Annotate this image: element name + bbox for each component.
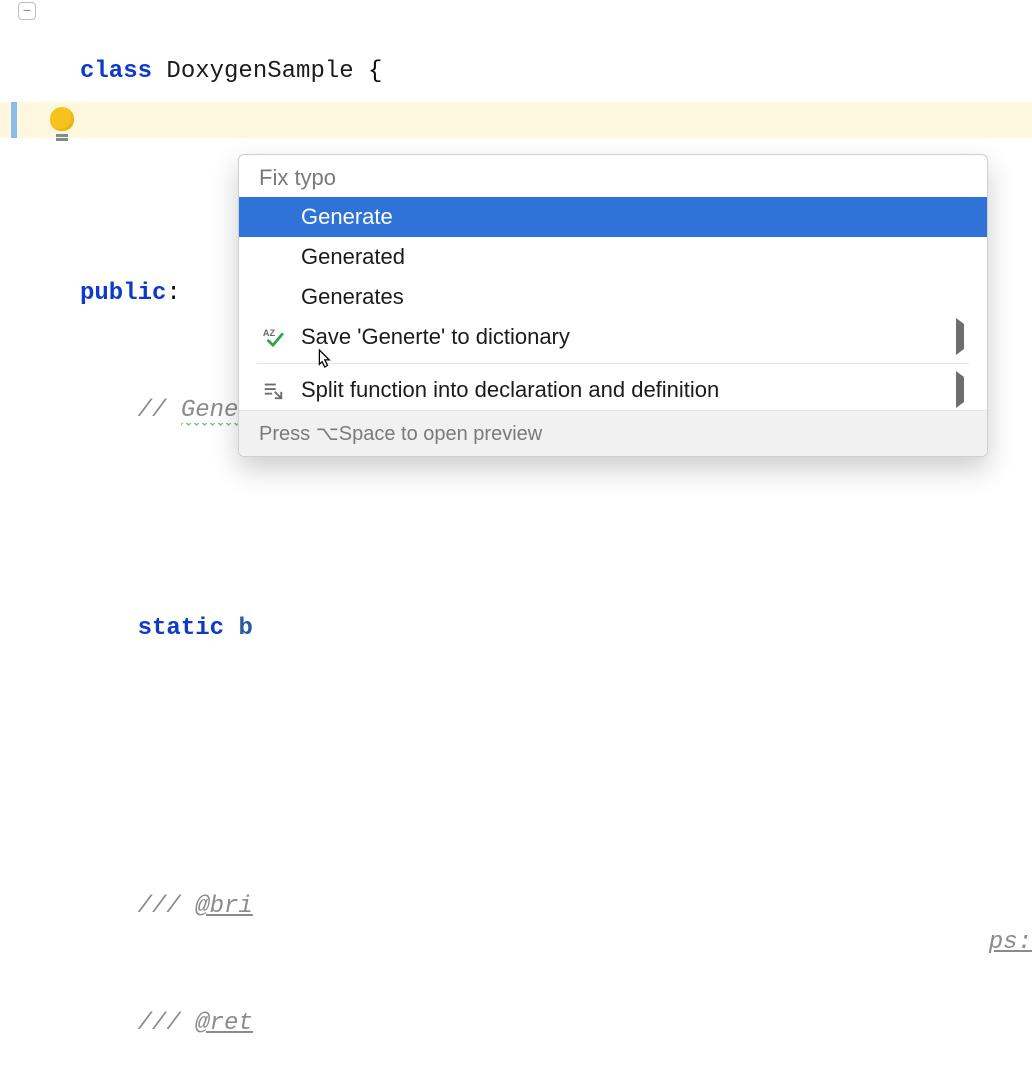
comment-prefix: // (138, 397, 181, 424)
intention-bulb-icon[interactable] (50, 107, 74, 131)
popup-section-title: Fix typo (239, 155, 987, 197)
popup-item-split-function[interactable]: Split function into declaration and defi… (239, 370, 987, 410)
keyword-public: public (80, 280, 166, 307)
doxygen-tag-brief: @bri (195, 893, 253, 920)
split-function-icon (259, 379, 287, 401)
submenu-indicator-icon (953, 324, 967, 350)
popup-item-generate[interactable]: Generate (239, 197, 987, 237)
submenu-indicator-icon (953, 377, 967, 403)
doxygen-tag-return: @ret (195, 1010, 253, 1037)
popup-separator (257, 363, 969, 364)
pointer-cursor-icon (314, 348, 332, 370)
popup-footer-hint: Press ⌥Space to open preview (239, 410, 987, 456)
popup-item-generated[interactable]: Generated (239, 237, 987, 277)
intention-popup: Fix typo Generate Generated Generates AZ… (238, 154, 988, 457)
popup-item-save-to-dictionary[interactable]: AZ Save 'Generte' to dictionary (239, 317, 987, 357)
spellcheck-save-icon: AZ (259, 326, 287, 348)
svg-text:AZ: AZ (263, 328, 276, 338)
popup-item-generates[interactable]: Generates (239, 277, 987, 317)
keyword-class: class (80, 58, 152, 85)
